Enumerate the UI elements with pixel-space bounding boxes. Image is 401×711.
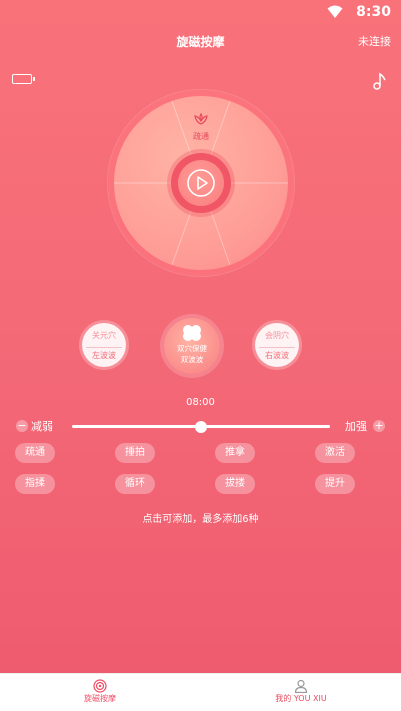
tab-massage-label: 旋磁按摩 <box>84 694 116 703</box>
lotus-icon <box>194 112 208 125</box>
mode-right-wave: 右波波 <box>259 347 295 361</box>
dial-segment-label: 疏通 <box>193 132 209 141</box>
dial-segment-top[interactable]: 疏通 <box>114 110 288 142</box>
technique-chip[interactable]: 推拿 <box>215 443 255 463</box>
technique-chip[interactable]: 循环 <box>115 474 155 494</box>
flower-icon <box>183 325 201 341</box>
play-button-inner <box>178 160 224 206</box>
technique-chip[interactable]: 捶拍 <box>115 443 155 463</box>
tab-massage[interactable]: 旋磁按摩 <box>30 679 170 704</box>
technique-chip[interactable]: 拔搂 <box>215 474 255 494</box>
timer-display: 08:00 <box>186 397 215 408</box>
decrease-button[interactable]: − <box>16 420 28 432</box>
technique-chip[interactable]: 指揉 <box>15 474 55 494</box>
mode-left-point: 关元穴 <box>92 331 116 340</box>
mode-left-button[interactable]: 关元穴 左波波 <box>82 323 126 367</box>
dial-face: 疏通 <box>114 96 288 270</box>
mode-right-button[interactable]: 会阴穴 右波波 <box>255 323 299 367</box>
status-time: 8:30 <box>356 4 391 20</box>
mode-left-wave: 左波波 <box>86 347 122 361</box>
add-hint-text: 点击可添加，最多添加6种 <box>142 514 259 525</box>
massage-dial: 疏通 <box>108 90 294 276</box>
music-note-icon[interactable] <box>373 72 387 90</box>
technique-chip[interactable]: 疏通 <box>15 443 55 463</box>
status-bar: 8:30 <box>0 0 401 26</box>
connection-status-button[interactable]: 未连接 <box>358 33 391 49</box>
tab-profile[interactable]: 我的 YOU XIU <box>231 679 371 704</box>
app-header: 旋磁按摩 未连接 <box>0 30 401 52</box>
intensity-slider[interactable] <box>72 420 330 433</box>
technique-chip[interactable]: 激活 <box>315 443 355 463</box>
wifi-icon <box>327 5 343 18</box>
battery-icon <box>12 74 35 84</box>
play-button[interactable] <box>171 153 231 213</box>
page-title: 旋磁按摩 <box>176 35 225 49</box>
increase-label: 加强 <box>345 420 367 433</box>
decrease-label: 减弱 <box>31 420 53 433</box>
intensity-slider-thumb[interactable] <box>195 420 207 433</box>
increase-button[interactable]: + <box>373 420 385 432</box>
mode-center-wave: 双波波 <box>180 355 204 364</box>
massage-tab-icon <box>93 679 107 693</box>
mode-right-point: 会阴穴 <box>265 331 289 340</box>
tab-profile-label: 我的 YOU XIU <box>275 694 327 703</box>
user-icon <box>294 679 308 693</box>
bottom-tab-bar: 旋磁按摩 我的 YOU XIU <box>0 673 401 711</box>
technique-chip[interactable]: 提升 <box>315 474 355 494</box>
play-icon <box>187 169 215 197</box>
mode-center-button[interactable]: 双穴保健 双波波 <box>164 318 220 374</box>
mode-center-point: 双穴保健 <box>177 344 207 353</box>
intensity-control: − 减弱 加强 + <box>0 417 401 437</box>
